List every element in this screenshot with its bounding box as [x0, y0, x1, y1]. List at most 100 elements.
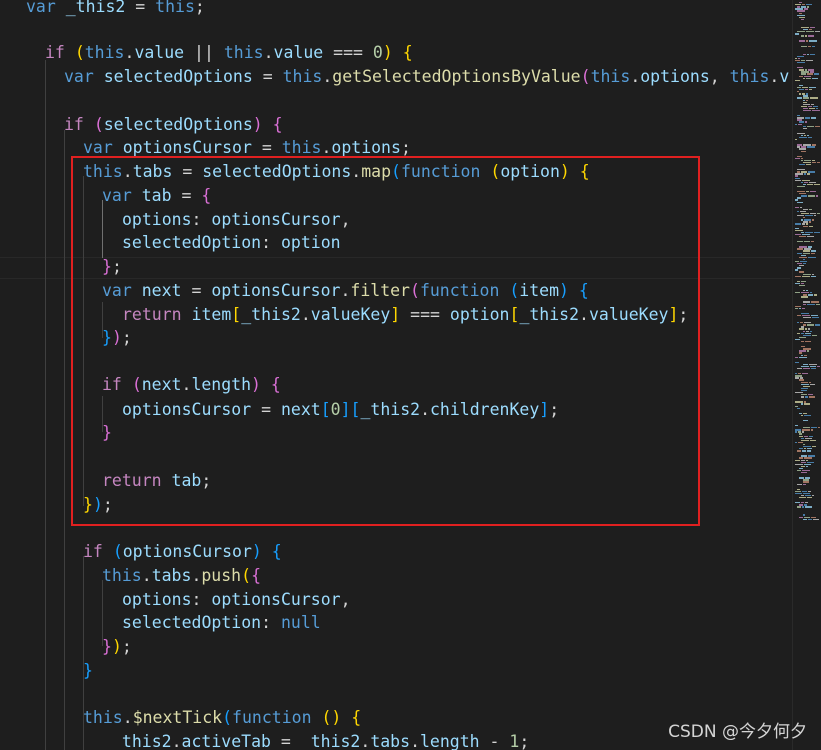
minimap-line [801, 341, 804, 343]
minimap-line [807, 53, 809, 55]
minimap-line [810, 191, 816, 193]
minimap-line [801, 296, 808, 298]
minimap-line [817, 212, 820, 215]
minimap-line [804, 241, 810, 243]
minimap-line [811, 252, 815, 254]
minimap-line [795, 206, 799, 208]
minimap-line [795, 157, 800, 160]
minimap-line [803, 77, 805, 79]
minimap-line [795, 431, 797, 433]
minimap-line [801, 414, 803, 417]
minimap-line [795, 79, 800, 82]
code-editor[interactable]: var _this2 = this; if (this.value || thi… [0, 0, 821, 750]
watermark: CSDN @今夕何夕 [668, 722, 807, 742]
minimap-line [806, 164, 811, 166]
minimap-line [812, 110, 820, 112]
code-line: } [83, 661, 93, 680]
minimap-line [802, 450, 806, 452]
code-line: if (selectedOptions) { [64, 115, 283, 134]
minimap-line [806, 465, 808, 468]
minimap-line [801, 150, 806, 152]
minimap-line [798, 123, 802, 125]
minimap-line [803, 419, 808, 422]
minimap-line [808, 518, 812, 520]
minimap-line [806, 40, 808, 42]
minimap-line [814, 231, 820, 234]
minimap-line [810, 97, 818, 99]
minimap-line [809, 89, 812, 91]
minimap-line [799, 89, 804, 91]
minimap-line [818, 427, 820, 429]
minimap-line [805, 117, 810, 119]
minimap-line [801, 403, 803, 405]
minimap-line [805, 506, 812, 508]
minimap-line [799, 307, 801, 310]
code-line: return item[_this2.valueKey] === option[… [122, 305, 689, 324]
minimap-line [808, 45, 811, 47]
code-line: var tab = { [102, 186, 212, 205]
minimap-line [809, 221, 811, 223]
minimap-line [803, 225, 808, 227]
minimap-line [795, 459, 800, 461]
minimap-line [807, 350, 809, 352]
minimap-line [815, 324, 820, 326]
minimap-line [797, 450, 801, 452]
minimap-line [812, 334, 817, 337]
minimap-line [805, 35, 807, 37]
minimap-line [808, 137, 812, 139]
minimap-line [802, 506, 804, 508]
minimap-line [803, 303, 806, 305]
minimap-line [797, 62, 805, 64]
minimap-line [805, 121, 807, 123]
code-line: if (this.value || this.value === 0) { [45, 43, 413, 62]
minimap-line [810, 53, 815, 55]
minimap-line [811, 275, 816, 277]
minimap-line [817, 365, 820, 368]
minimap-line [795, 361, 799, 364]
minimap-line [810, 439, 816, 442]
minimap-line [813, 518, 819, 520]
minimap-line [812, 45, 815, 47]
minimap-line [797, 314, 801, 317]
minimap-line [808, 195, 815, 197]
code-line: _this2.activeTab = _this2.tabs.length - … [112, 732, 530, 750]
minimap-line [809, 225, 813, 227]
code-area[interactable]: var _this2 = this; if (this.value || thi… [0, 0, 790, 750]
minimap-line [802, 307, 805, 310]
minimap-line [800, 206, 802, 208]
minimap-line [795, 356, 798, 358]
code-line: var _this2 = this; [26, 0, 205, 16]
minimap-line [795, 307, 798, 310]
minimap-line [806, 77, 811, 79]
minimap-line [814, 294, 817, 296]
minimap-line [817, 161, 820, 164]
minimap-line [804, 414, 811, 417]
code-line: selectedOption: null [122, 613, 321, 632]
code-line: }); [102, 328, 132, 347]
minimap-line [797, 201, 803, 203]
minimap-line [807, 497, 812, 499]
minimap-line [799, 164, 805, 166]
code-line: selectedOption: option [122, 233, 341, 252]
code-line: if (optionsCursor) { [83, 542, 282, 561]
minimap-line [816, 195, 818, 197]
minimap-line [803, 110, 811, 112]
minimap-line [799, 356, 807, 358]
minimap-line [803, 368, 810, 370]
minimap-line [797, 185, 805, 188]
minimap-line [803, 518, 807, 520]
minimap[interactable] [792, 0, 821, 750]
minimap-line [812, 77, 818, 79]
minimap-line [812, 219, 814, 221]
minimap-line [812, 161, 816, 164]
minimap-line [814, 73, 819, 75]
minimap-line [807, 236, 814, 238]
minimap-line [803, 127, 807, 130]
minimap-line [795, 292, 800, 294]
minimap-line [795, 33, 799, 35]
minimap-line [799, 93, 801, 95]
minimap-line [809, 208, 812, 211]
code-line: }); [102, 637, 132, 656]
minimap-line [799, 236, 806, 238]
minimap-line [815, 125, 820, 127]
